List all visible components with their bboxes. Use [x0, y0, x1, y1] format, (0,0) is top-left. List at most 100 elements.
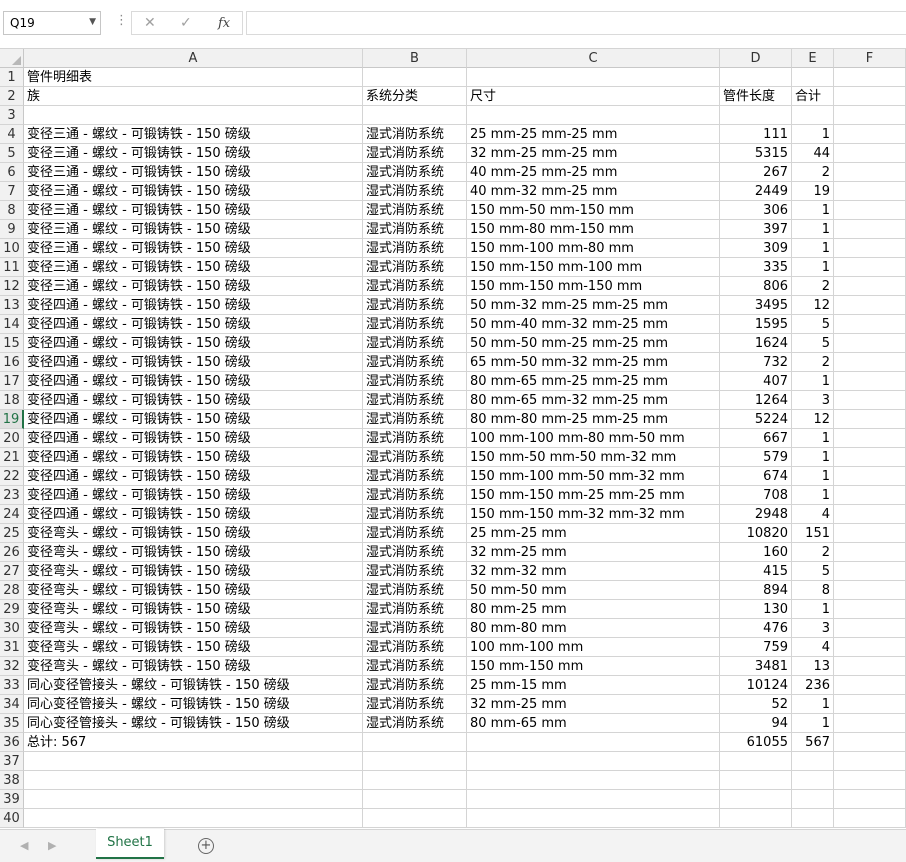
cell-a14[interactable]: 变径四通 - 螺纹 - 可锻铸铁 - 150 磅级: [24, 315, 363, 334]
cell-f25[interactable]: [834, 524, 906, 543]
cell-e4[interactable]: 1: [792, 125, 834, 144]
cell-e13[interactable]: 12: [792, 296, 834, 315]
row-header[interactable]: 8: [0, 201, 24, 220]
cell-c16[interactable]: 65 mm-50 mm-32 mm-25 mm: [467, 353, 720, 372]
cell-d15[interactable]: 1624: [720, 334, 792, 353]
cell-a3[interactable]: [24, 106, 363, 125]
cell-d14[interactable]: 1595: [720, 315, 792, 334]
cell-b32[interactable]: 湿式消防系统: [363, 657, 467, 676]
cell-b37[interactable]: [363, 752, 467, 771]
cell-e15[interactable]: 5: [792, 334, 834, 353]
cell-c13[interactable]: 50 mm-32 mm-25 mm-25 mm: [467, 296, 720, 315]
cell-e36[interactable]: 567: [792, 733, 834, 752]
cell-f19[interactable]: [834, 410, 906, 429]
more-options-icon[interactable]: ⋮: [115, 13, 128, 28]
cell-e40[interactable]: [792, 809, 834, 828]
cell-d18[interactable]: 1264: [720, 391, 792, 410]
cell-a31[interactable]: 变径弯头 - 螺纹 - 可锻铸铁 - 150 磅级: [24, 638, 363, 657]
cell-d13[interactable]: 3495: [720, 296, 792, 315]
cell-f29[interactable]: [834, 600, 906, 619]
cell-e19[interactable]: 12: [792, 410, 834, 429]
cell-b7[interactable]: 湿式消防系统: [363, 182, 467, 201]
cell-e18[interactable]: 3: [792, 391, 834, 410]
cell-d5[interactable]: 5315: [720, 144, 792, 163]
row-header[interactable]: 1: [0, 68, 24, 87]
cell-e23[interactable]: 1: [792, 486, 834, 505]
cell-b19[interactable]: 湿式消防系统: [363, 410, 467, 429]
cell-e2[interactable]: 合计: [792, 87, 834, 106]
cell-f9[interactable]: [834, 220, 906, 239]
cell-c2[interactable]: 尺寸: [467, 87, 720, 106]
cell-a2[interactable]: 族: [24, 87, 363, 106]
cell-c23[interactable]: 150 mm-150 mm-25 mm-25 mm: [467, 486, 720, 505]
cell-f24[interactable]: [834, 505, 906, 524]
cell-b38[interactable]: [363, 771, 467, 790]
cell-d36[interactable]: 61055: [720, 733, 792, 752]
cell-b24[interactable]: 湿式消防系统: [363, 505, 467, 524]
cell-b2[interactable]: 系统分类: [363, 87, 467, 106]
cell-f21[interactable]: [834, 448, 906, 467]
cell-e22[interactable]: 1: [792, 467, 834, 486]
cell-c17[interactable]: 80 mm-65 mm-25 mm-25 mm: [467, 372, 720, 391]
cell-f33[interactable]: [834, 676, 906, 695]
row-header[interactable]: 21: [0, 448, 24, 467]
cell-b8[interactable]: 湿式消防系统: [363, 201, 467, 220]
cell-d28[interactable]: 894: [720, 581, 792, 600]
cell-d39[interactable]: [720, 790, 792, 809]
cell-c11[interactable]: 150 mm-150 mm-100 mm: [467, 258, 720, 277]
cell-f15[interactable]: [834, 334, 906, 353]
row-header[interactable]: 38: [0, 771, 24, 790]
cell-c29[interactable]: 80 mm-25 mm: [467, 600, 720, 619]
cell-a26[interactable]: 变径弯头 - 螺纹 - 可锻铸铁 - 150 磅级: [24, 543, 363, 562]
cancel-icon[interactable]: ✕: [144, 15, 156, 31]
cell-f6[interactable]: [834, 163, 906, 182]
cell-a6[interactable]: 变径三通 - 螺纹 - 可锻铸铁 - 150 磅级: [24, 163, 363, 182]
cell-d11[interactable]: 335: [720, 258, 792, 277]
cell-e25[interactable]: 151: [792, 524, 834, 543]
row-header[interactable]: 10: [0, 239, 24, 258]
cell-e26[interactable]: 2: [792, 543, 834, 562]
row-header[interactable]: 20: [0, 429, 24, 448]
cell-f14[interactable]: [834, 315, 906, 334]
cell-b11[interactable]: 湿式消防系统: [363, 258, 467, 277]
cell-e11[interactable]: 1: [792, 258, 834, 277]
cell-b35[interactable]: 湿式消防系统: [363, 714, 467, 733]
row-header[interactable]: 14: [0, 315, 24, 334]
cell-b36[interactable]: [363, 733, 467, 752]
row-header[interactable]: 16: [0, 353, 24, 372]
cell-e39[interactable]: [792, 790, 834, 809]
cell-b40[interactable]: [363, 809, 467, 828]
cell-d12[interactable]: 806: [720, 277, 792, 296]
cell-f34[interactable]: [834, 695, 906, 714]
cell-f18[interactable]: [834, 391, 906, 410]
cell-e35[interactable]: 1: [792, 714, 834, 733]
column-header-c[interactable]: C: [467, 49, 720, 68]
cell-a15[interactable]: 变径四通 - 螺纹 - 可锻铸铁 - 150 磅级: [24, 334, 363, 353]
cell-f13[interactable]: [834, 296, 906, 315]
cell-a1[interactable]: 管件明细表: [24, 68, 363, 87]
cell-f40[interactable]: [834, 809, 906, 828]
cell-f23[interactable]: [834, 486, 906, 505]
cell-c3[interactable]: [467, 106, 720, 125]
cell-a12[interactable]: 变径三通 - 螺纹 - 可锻铸铁 - 150 磅级: [24, 277, 363, 296]
cell-e38[interactable]: [792, 771, 834, 790]
cell-c36[interactable]: [467, 733, 720, 752]
cell-c5[interactable]: 32 mm-25 mm-25 mm: [467, 144, 720, 163]
cell-e24[interactable]: 4: [792, 505, 834, 524]
row-header[interactable]: 23: [0, 486, 24, 505]
cell-e8[interactable]: 1: [792, 201, 834, 220]
cell-f36[interactable]: [834, 733, 906, 752]
cell-b13[interactable]: 湿式消防系统: [363, 296, 467, 315]
cell-c22[interactable]: 150 mm-100 mm-50 mm-32 mm: [467, 467, 720, 486]
cell-b12[interactable]: 湿式消防系统: [363, 277, 467, 296]
cell-e33[interactable]: 236: [792, 676, 834, 695]
row-header[interactable]: 12: [0, 277, 24, 296]
cell-c14[interactable]: 50 mm-40 mm-32 mm-25 mm: [467, 315, 720, 334]
cell-b33[interactable]: 湿式消防系统: [363, 676, 467, 695]
cell-c35[interactable]: 80 mm-65 mm: [467, 714, 720, 733]
cell-f17[interactable]: [834, 372, 906, 391]
row-header[interactable]: 39: [0, 790, 24, 809]
cell-e37[interactable]: [792, 752, 834, 771]
cell-b31[interactable]: 湿式消防系统: [363, 638, 467, 657]
cell-f3[interactable]: [834, 106, 906, 125]
